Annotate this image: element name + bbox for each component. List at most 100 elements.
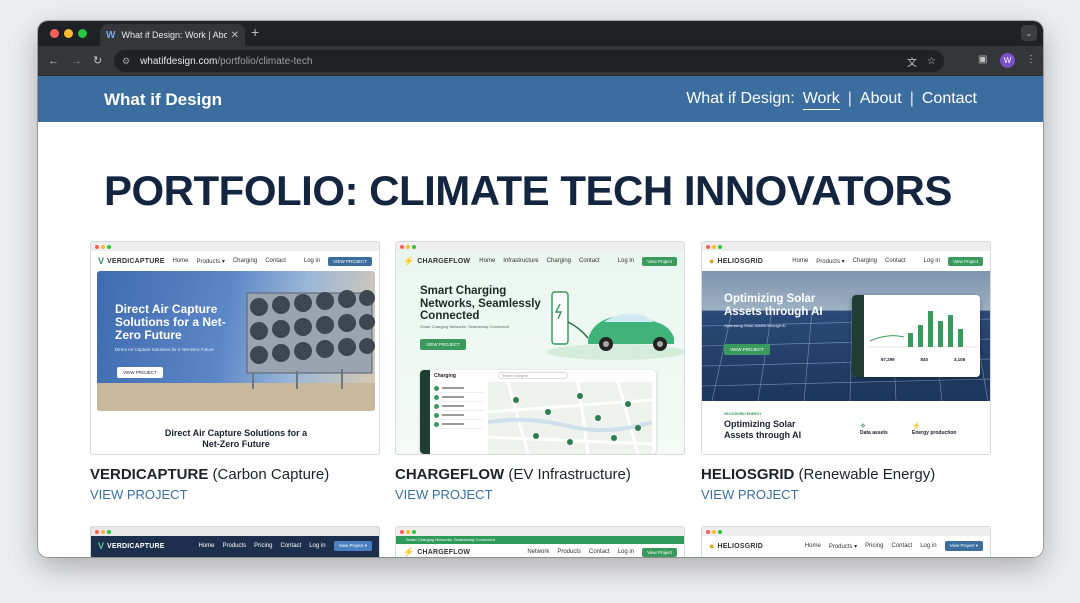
preview-nav-item: Pricing bbox=[865, 543, 884, 549]
close-tab-icon[interactable]: ✕ bbox=[231, 30, 239, 41]
preview-nav-item: Contact bbox=[589, 549, 610, 555]
toolbar: ← → ↻ ⚙ whatifdesign.com/portfolio/clima… bbox=[38, 46, 1043, 76]
forward-icon[interactable]: → bbox=[71, 54, 82, 68]
project-card-heliosgrid[interactable]: ● HELIOSGRID Home Products ▾ Charging Co… bbox=[701, 241, 991, 502]
preview-cta: VIEW PROJECT bbox=[328, 256, 372, 266]
zoom-window-button[interactable] bbox=[78, 29, 87, 38]
project-card-chargeflow[interactable]: ⚡ CHARGEFLOW Home Infrastructure Chargin… bbox=[395, 241, 685, 502]
nav-work-link[interactable]: Work bbox=[802, 90, 840, 110]
preview-lower-heading: Optimizing Solar Assets through AI bbox=[724, 419, 802, 440]
preview-feature: Data assets bbox=[860, 430, 888, 436]
leaf-logo-icon: V bbox=[98, 256, 105, 266]
preview-cta: View Project bbox=[948, 256, 983, 266]
preview-lower-kicker: HELIOSGRID ENERGY bbox=[724, 412, 762, 416]
site-nav: What if Design: Work | About | Contact bbox=[686, 90, 977, 110]
tab-search-icon[interactable]: ⌄ bbox=[1021, 25, 1037, 41]
preview-logo: HELIOSGRID bbox=[717, 257, 763, 265]
preview-nav-item: Contact bbox=[265, 258, 286, 264]
preview-nav-item: Contact bbox=[280, 543, 302, 549]
preview-hero-heading: Direct Air Capture Solutions for a Net-Z… bbox=[115, 302, 226, 342]
preview-hero-button: VIEW PROJECT bbox=[420, 339, 466, 350]
bolt-logo-icon: ⚡ bbox=[403, 255, 415, 266]
site-header: What if Design What if Design: Work | Ab… bbox=[38, 76, 1043, 122]
bar-chart-illustration bbox=[868, 311, 978, 348]
close-window-button[interactable] bbox=[50, 29, 59, 38]
browser-tab[interactable]: W What if Design: Work | About ✕ bbox=[100, 24, 245, 46]
card-title[interactable]: HELIOSGRID (Renewable Energy) bbox=[701, 466, 991, 483]
project-card-heliosgrid-2[interactable]: ● HELIOSGRID Home Products ▾ Pricing Con… bbox=[701, 526, 991, 557]
preview-nav-item: Home bbox=[804, 543, 821, 549]
preview-logo: HELIOSGRID bbox=[717, 542, 763, 550]
nav-separator: | bbox=[909, 90, 914, 107]
back-icon[interactable]: ← bbox=[48, 54, 59, 68]
app-mockup-search: Search chargers bbox=[498, 372, 568, 379]
bookmark-star-icon[interactable]: ☆ bbox=[927, 56, 936, 67]
view-project-link[interactable]: VIEW PROJECT bbox=[90, 487, 380, 502]
side-panel-icon[interactable]: ▣ bbox=[978, 54, 987, 65]
url-path: /portfolio/climate-tech bbox=[217, 55, 313, 67]
nav-contact-link[interactable]: Contact bbox=[922, 90, 977, 108]
preview-nav-item: Contact bbox=[579, 258, 600, 264]
reload-icon[interactable]: ↻ bbox=[93, 54, 102, 68]
project-card-verdicapture-2[interactable]: V VERDICAPTURE Home Products Pricing Con… bbox=[90, 526, 380, 557]
project-card-chargeflow-2[interactable]: Smart Charging Networks, Seamlessly Conn… bbox=[395, 526, 685, 557]
card-title[interactable]: VERDICAPTURE (Carbon Capture) bbox=[90, 466, 380, 483]
nav-separator: | bbox=[847, 90, 852, 107]
preview-nav-item: Home bbox=[792, 258, 809, 264]
preview-nav-item: Home bbox=[479, 258, 496, 264]
dashboard-stat: 840 bbox=[920, 357, 928, 362]
preview-nav-item: Products ▾ bbox=[828, 543, 858, 550]
favicon-icon: W bbox=[106, 29, 116, 41]
project-card-verdicapture[interactable]: V VERDICAPTURE Home Products ▾ Charging … bbox=[90, 241, 380, 502]
preview-cta: View Project ▾ bbox=[944, 541, 983, 551]
card-title[interactable]: CHARGEFLOW (EV Infrastructure) bbox=[395, 466, 685, 483]
view-project-link[interactable]: VIEW PROJECT bbox=[701, 487, 991, 502]
preview-nav-item: Home bbox=[172, 258, 189, 264]
preview-nav-item: Products ▾ bbox=[196, 258, 225, 265]
app-mockup-title: Charging bbox=[434, 373, 456, 379]
translate-icon[interactable]: 文 bbox=[907, 54, 917, 69]
app-mockup: Charging Search chargers bbox=[420, 370, 656, 454]
preview-feature: Energy production bbox=[912, 430, 957, 436]
preview-nav-item: Network bbox=[527, 549, 550, 555]
preview-login: Log in bbox=[923, 258, 941, 264]
preview-caption: Direct Air Capture Solutions for a Net-Z… bbox=[164, 428, 308, 449]
site-settings-icon[interactable]: ⚙ bbox=[122, 56, 130, 67]
preview-hero-button: VIEW PROJECT bbox=[724, 344, 770, 355]
card-title-name: CHARGEFLOW bbox=[395, 466, 505, 483]
preview-hero-text: Optimizing Solar Assets through AI bbox=[724, 323, 786, 328]
preview-nav-item: Charging bbox=[852, 258, 878, 264]
new-tab-icon[interactable]: + bbox=[251, 24, 259, 40]
preview-banner: Smart Charging Networks, Seamlessly Conn… bbox=[396, 536, 684, 544]
preview-logo: VERDICAPTURE bbox=[107, 257, 165, 265]
preview-login: Log in bbox=[920, 543, 937, 549]
dashboard-stat: 3,108 bbox=[953, 357, 966, 362]
minimize-window-button[interactable] bbox=[64, 29, 73, 38]
preview-hero-text: Smart Charging Networks, Seamlessly Conn… bbox=[420, 324, 509, 329]
hero-image: Optimizing Solar Assets through AI Optim… bbox=[702, 271, 990, 401]
dashboard-mockup: 67,299 840 3,108 bbox=[852, 295, 980, 377]
preview-hero-heading: Smart Charging Networks, Seamlessly Conn… bbox=[420, 285, 541, 322]
preview-logo: CHARGEFLOW bbox=[417, 548, 471, 556]
address-bar[interactable]: ⚙ whatifdesign.com/portfolio/climate-tec… bbox=[114, 50, 944, 72]
card-title-category: (EV Infrastructure) bbox=[508, 466, 631, 483]
profile-avatar[interactable]: W bbox=[1000, 53, 1015, 68]
preview-nav-item: Products ▾ bbox=[816, 258, 845, 265]
preview-hero-text: Direct Air Capture Solutions for a Net-Z… bbox=[115, 347, 214, 352]
preview-cta: View Project bbox=[642, 256, 677, 266]
menu-kebab-icon[interactable]: ⋮ bbox=[1026, 54, 1036, 65]
project-preview[interactable]: V VERDICAPTURE Home Products ▾ Charging … bbox=[90, 241, 380, 455]
tab-title: What if Design: Work | About bbox=[121, 30, 227, 40]
bolt-logo-icon: ⚡ bbox=[403, 546, 415, 557]
url-domain: whatifdesign.com bbox=[140, 55, 218, 67]
project-preview[interactable]: ● HELIOSGRID Home Products ▾ Charging Co… bbox=[701, 241, 991, 455]
nav-about-link[interactable]: About bbox=[860, 90, 902, 108]
project-preview[interactable]: ⚡ CHARGEFLOW Home Infrastructure Chargin… bbox=[395, 241, 685, 455]
map-illustration bbox=[488, 382, 652, 454]
view-project-link[interactable]: VIEW PROJECT bbox=[395, 487, 685, 502]
preview-nav-item: Contact bbox=[885, 258, 906, 264]
leaf-logo-icon: V bbox=[98, 541, 105, 551]
card-title-category: (Renewable Energy) bbox=[798, 466, 936, 483]
preview-nav-item: Contact bbox=[891, 543, 913, 549]
site-brand[interactable]: What if Design bbox=[104, 90, 222, 110]
